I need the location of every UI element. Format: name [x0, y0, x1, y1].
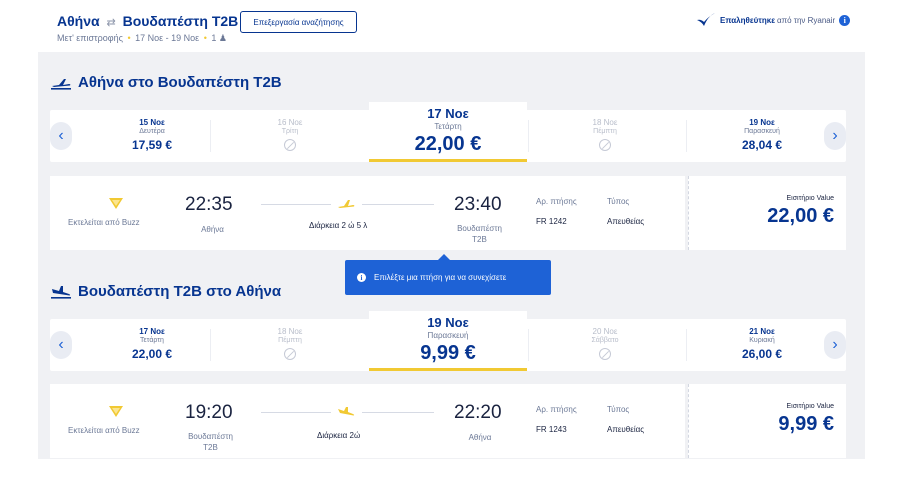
flight-type-label: Τύπος [607, 197, 630, 206]
divider [528, 120, 529, 152]
flight-number-label: Αρ. πτήσης [536, 197, 577, 206]
fare-price: 22,00 € [767, 205, 834, 227]
departure-time: 22:35 [185, 194, 233, 215]
route-destination: Βουδαπέστη T2B [122, 13, 239, 29]
operator-label: Εκτελείται από Buzz [68, 218, 140, 227]
outbound-date-19[interactable]: 19 Νοε Παρασκευή 28,04 € [702, 110, 822, 162]
flight-duration: Διάρκεια 2ώ [317, 431, 361, 440]
operator-label: Εκτελείται από Buzz [68, 426, 140, 435]
trip-type: Μετ' επιστροφής [57, 33, 123, 43]
plane-arrive-icon [51, 285, 71, 299]
outbound-fare-box[interactable]: Εισιτήριο Value 22,00 € [688, 176, 846, 250]
departure-city: Βουδαπέστη T2B [188, 432, 233, 452]
verified-check-icon [697, 13, 715, 26]
inbound-section-title: Βουδαπέστη T2B στο Αθήνα [50, 283, 281, 300]
outbound-title-text: Αθήνα στο Βουδαπέστη T2B [78, 74, 282, 91]
flight-type: Απευθείας [607, 425, 645, 434]
fare-type: Εισιτήριο Value [786, 195, 834, 202]
arrival-city: Αθήνα [468, 433, 492, 442]
flight-type-label: Τύπος [607, 405, 630, 414]
tooltip-text: Επιλέξτε μια πτήση για να συνεχίσετε [374, 273, 507, 282]
flight-number-label: Αρ. πτήσης [536, 405, 577, 414]
inbound-date-17[interactable]: 17 Νοε Τετάρτη 22,00 € [92, 319, 212, 371]
arrival-city: Βουδαπέστη T2B [457, 224, 502, 244]
outbound-flight-card[interactable]: Εκτελείται από Buzz 22:35 Αθήνα Διάρκεια… [50, 176, 685, 250]
person-icon: ♟ [218, 33, 227, 43]
departure-city: Αθήνα [201, 225, 224, 234]
trip-route-title: Αθήνα ⇄ Βουδαπέστη T2B [57, 13, 238, 29]
fare-type: Εισιτήριο Value [786, 403, 834, 410]
chevron-left-icon[interactable]: ‹ [50, 122, 72, 150]
info-icon[interactable]: i [839, 14, 851, 26]
divider [686, 120, 687, 152]
no-flights-icon [284, 139, 296, 151]
flight-number: FR 1242 [536, 217, 567, 226]
no-flights-icon [599, 348, 611, 360]
route-line [362, 204, 434, 205]
outbound-date-18: 18 Νοε Πέμπτη [545, 110, 665, 162]
inbound-date-21[interactable]: 21 Νοε Κυριακή 26,00 € [702, 319, 822, 371]
separator-dot: • [127, 33, 131, 43]
edit-search-button[interactable]: Επεξεργασία αναζήτησης [240, 11, 357, 33]
info-icon: i [357, 273, 366, 282]
outbound-section-title: Αθήνα στο Βουδαπέστη T2B [50, 74, 282, 91]
no-flights-icon [284, 348, 296, 360]
verified-label: Επαληθεύτηκε [720, 15, 775, 25]
divider [210, 329, 211, 361]
buzz-logo-icon [109, 406, 123, 417]
route-line [261, 412, 331, 413]
divider [686, 329, 687, 361]
plane-depart-icon [51, 78, 71, 90]
inbound-fare-box[interactable]: Εισιτήριο Value 9,99 € [688, 384, 846, 458]
divider [528, 329, 529, 361]
fare-price: 9,99 € [778, 413, 834, 435]
inbound-date-18: 18 Νοε Πέμπτη [230, 319, 350, 371]
passenger-count: 1 [211, 33, 217, 43]
chevron-left-icon[interactable]: ‹ [50, 331, 72, 359]
top-bar: Αθήνα ⇄ Βουδαπέστη T2B Μετ' επιστροφής •… [0, 0, 900, 50]
arrival-time: 22:20 [454, 402, 502, 423]
departure-time: 19:20 [185, 402, 233, 423]
outbound-date-15[interactable]: 15 Νοε Δευτέρα 17,59 € [92, 110, 212, 162]
arrival-time: 23:40 [454, 194, 502, 215]
separator-dot: • [203, 33, 207, 43]
chevron-right-icon[interactable]: › [824, 331, 846, 359]
divider [210, 120, 211, 152]
plane-depart-icon [338, 200, 355, 208]
select-flight-tooltip: i Επιλέξτε μια πτήση για να συνεχίσετε [345, 254, 551, 295]
inbound-title-text: Βουδαπέστη T2B στο Αθήνα [78, 283, 282, 300]
route-line [362, 412, 434, 413]
flight-duration: Διάρκεια 2 ώ 5 λ [309, 221, 368, 230]
flight-type: Απευθείας [607, 217, 645, 226]
inbound-date-20: 20 Νοε Σάββατο [545, 319, 665, 371]
outbound-date-selected[interactable]: 17 Νοε Τετάρτη 22,00 € [369, 102, 527, 162]
route-origin: Αθήνα [57, 13, 100, 29]
flight-number: FR 1243 [536, 425, 567, 434]
trip-summary: Μετ' επιστροφής • 17 Νοε - 19 Νοε • 1 ♟ [57, 33, 227, 44]
verified-by-ryanair: Επαληθεύτηκε από την Ryanair i [696, 12, 851, 28]
route-line [261, 204, 331, 205]
inbound-flight-card[interactable]: Εκτελείται από Buzz 19:20 Βουδαπέστη T2B… [50, 384, 685, 458]
trip-dates: 17 Νοε - 19 Νοε [135, 33, 200, 43]
verified-source: από την Ryanair [776, 15, 836, 25]
arrows-icon: ⇄ [106, 17, 116, 29]
no-flights-icon [599, 139, 611, 151]
buzz-logo-icon [109, 198, 123, 209]
plane-arrive-icon [338, 407, 355, 416]
outbound-date-16: 16 Νοε Τρίτη [230, 110, 350, 162]
chevron-right-icon[interactable]: › [824, 122, 846, 150]
inbound-date-selected[interactable]: 19 Νοε Παρασκευή 9,99 € [369, 311, 527, 371]
